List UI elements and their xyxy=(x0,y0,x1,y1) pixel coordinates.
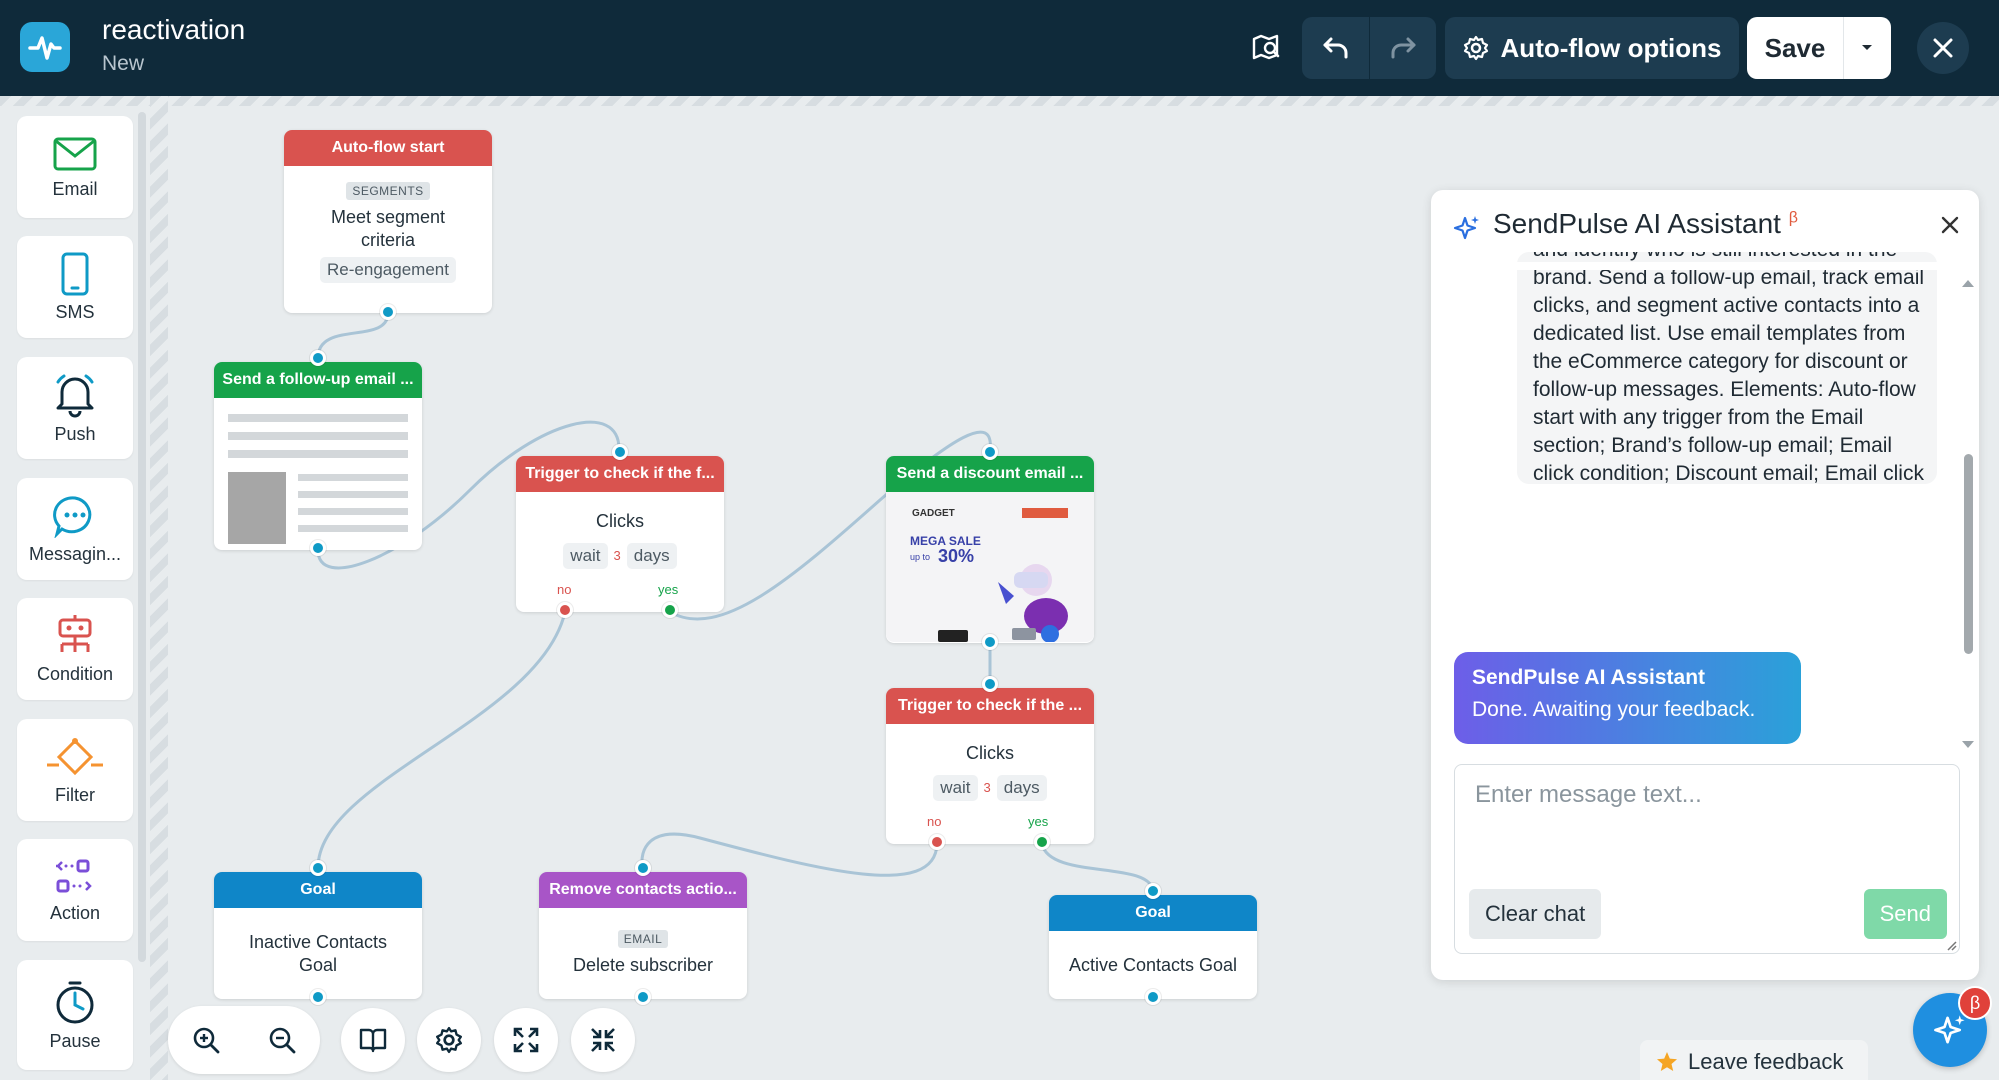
output-port[interactable] xyxy=(310,540,326,556)
close-icon xyxy=(1941,216,1959,234)
no-label: no xyxy=(557,582,572,597)
book-icon xyxy=(359,1028,387,1053)
node-text: Active Contacts Goal xyxy=(1068,954,1238,975)
scroll-fade xyxy=(1431,262,1979,270)
vr-person-image xyxy=(938,564,1068,642)
node-goal-active[interactable]: Goal Active Contacts Goal xyxy=(1049,883,1257,1005)
segment-pill: Re-engagement xyxy=(320,257,456,283)
node-text: Clicks xyxy=(596,511,644,531)
connector-start-email1 xyxy=(316,312,390,359)
star-icon xyxy=(1657,1052,1677,1071)
no-output-port[interactable] xyxy=(557,602,573,618)
node-header: Send a follow-up email ... xyxy=(214,362,422,398)
settings-button[interactable] xyxy=(417,1008,481,1072)
collapse-button[interactable] xyxy=(571,1008,635,1072)
assistant-text: Done. Awaiting your feedback. xyxy=(1472,698,1756,721)
input-port[interactable] xyxy=(612,444,628,460)
scroll-down-icon xyxy=(1962,741,1974,748)
node-text: Meet segment criteria xyxy=(330,207,446,250)
no-output-port[interactable] xyxy=(929,834,945,850)
message-input-placeholder[interactable]: Enter message text... xyxy=(1475,781,1702,809)
node-text: Clicks xyxy=(966,743,1014,763)
beta-badge: β xyxy=(1788,209,1798,227)
node-discount-email[interactable]: Send a discount email ... GADGET MEGA SA… xyxy=(886,444,1094,650)
email-template-thumbnail: GADGET MEGA SALE up to 30% xyxy=(886,492,1094,642)
connector-trigger1-no-goal xyxy=(316,611,567,869)
fab-beta-badge: β xyxy=(1958,986,1992,1020)
node-header: Goal xyxy=(1049,895,1257,931)
wait-pill: wait xyxy=(563,542,608,569)
sparkle-icon xyxy=(1453,216,1479,240)
node-tag: SEGMENTS xyxy=(346,182,430,200)
user-message: and identify who is still interested in … xyxy=(1517,252,1937,484)
chat-scrollbar[interactable] xyxy=(1961,278,1975,748)
node-autoflow-start[interactable]: Auto-flow start SEGMENTS Meet segment cr… xyxy=(284,130,492,320)
assistant-message: SendPulse AI Assistant Done. Awaiting yo… xyxy=(1454,652,1801,744)
wait-pill: wait xyxy=(933,774,978,801)
yes-output-port[interactable] xyxy=(1034,834,1050,850)
input-port[interactable] xyxy=(310,350,326,366)
expand-button[interactable] xyxy=(494,1008,558,1072)
zoom-in-icon xyxy=(193,1027,220,1054)
send-button[interactable]: Send xyxy=(1863,889,1947,939)
output-port[interactable] xyxy=(1145,989,1161,1005)
node-text: Delete subscriber xyxy=(572,955,714,976)
input-port[interactable] xyxy=(310,860,326,876)
collapse-icon xyxy=(591,1028,615,1052)
expand-icon xyxy=(513,1027,539,1053)
scroll-up-icon xyxy=(1962,280,1974,287)
yes-label: yes xyxy=(658,582,679,597)
leave-feedback-button[interactable]: Leave feedback xyxy=(1640,1040,1868,1080)
input-port[interactable] xyxy=(635,860,651,876)
ai-assistant-panel: SendPulse AI Assistant β and identify wh… xyxy=(1431,190,1979,980)
days-pill: days xyxy=(626,542,677,569)
user-message-text: and identify who is still interested in … xyxy=(1533,252,1925,484)
node-header: Goal xyxy=(214,872,422,908)
output-port[interactable] xyxy=(635,989,651,1005)
guide-book-button[interactable] xyxy=(341,1008,405,1072)
panel-title-text: SendPulse AI Assistant xyxy=(1493,208,1781,239)
wait-number: 3 xyxy=(983,780,991,795)
scroll-thumb[interactable] xyxy=(1964,454,1973,654)
no-label: no xyxy=(927,814,942,829)
input-port[interactable] xyxy=(1145,883,1161,899)
zoom-in-button[interactable] xyxy=(174,1008,238,1072)
email-template-thumbnail xyxy=(228,414,408,544)
node-header: Remove contacts actio... xyxy=(539,872,747,908)
days-pill: days xyxy=(996,774,1047,801)
input-port[interactable] xyxy=(982,444,998,460)
message-input-box[interactable]: Enter message text... Clear chat Send xyxy=(1454,764,1960,954)
node-goal-inactive[interactable]: Goal Inactive Contacts Goal xyxy=(214,860,422,1005)
node-header: Send a discount email ... xyxy=(886,456,1094,492)
wait-number: 3 xyxy=(613,548,621,563)
node-header: Trigger to check if the ... xyxy=(886,688,1094,724)
yes-output-port[interactable] xyxy=(662,602,678,618)
output-port[interactable] xyxy=(310,989,326,1005)
leave-feedback-label: Leave feedback xyxy=(1688,1049,1844,1074)
node-header: Auto-flow start xyxy=(284,130,492,166)
node-remove-contacts[interactable]: Remove contacts actio... EMAIL Delete su… xyxy=(539,860,747,1005)
clear-chat-button[interactable]: Clear chat xyxy=(1469,889,1602,939)
node-tag: EMAIL xyxy=(617,930,669,949)
node-text: Inactive Contacts Goal xyxy=(248,932,388,975)
zoom-out-button[interactable] xyxy=(250,1008,314,1072)
resize-handle-icon[interactable] xyxy=(1945,939,1957,951)
sparkle-icon xyxy=(1934,1015,1965,1044)
assistant-name: SendPulse AI Assistant xyxy=(1472,666,1706,689)
panel-title: SendPulse AI Assistant β xyxy=(1493,208,1798,240)
output-port[interactable] xyxy=(380,304,396,320)
output-port[interactable] xyxy=(982,634,998,650)
yes-label: yes xyxy=(1028,814,1049,829)
node-trigger-check-2[interactable]: Trigger to check if the ... Clicks wait … xyxy=(886,676,1094,850)
gear-icon xyxy=(435,1026,463,1054)
node-header: Trigger to check if the f... xyxy=(516,456,724,492)
panel-close-button[interactable] xyxy=(1941,216,1959,239)
node-followup-email[interactable]: Send a follow-up email ... xyxy=(214,350,422,556)
node-trigger-check-1[interactable]: Trigger to check if the f... Clicks wait… xyxy=(516,444,724,618)
connector-trigger2-yes-goal xyxy=(1040,843,1155,892)
zoom-out-icon xyxy=(269,1027,296,1054)
input-port[interactable] xyxy=(982,676,998,692)
